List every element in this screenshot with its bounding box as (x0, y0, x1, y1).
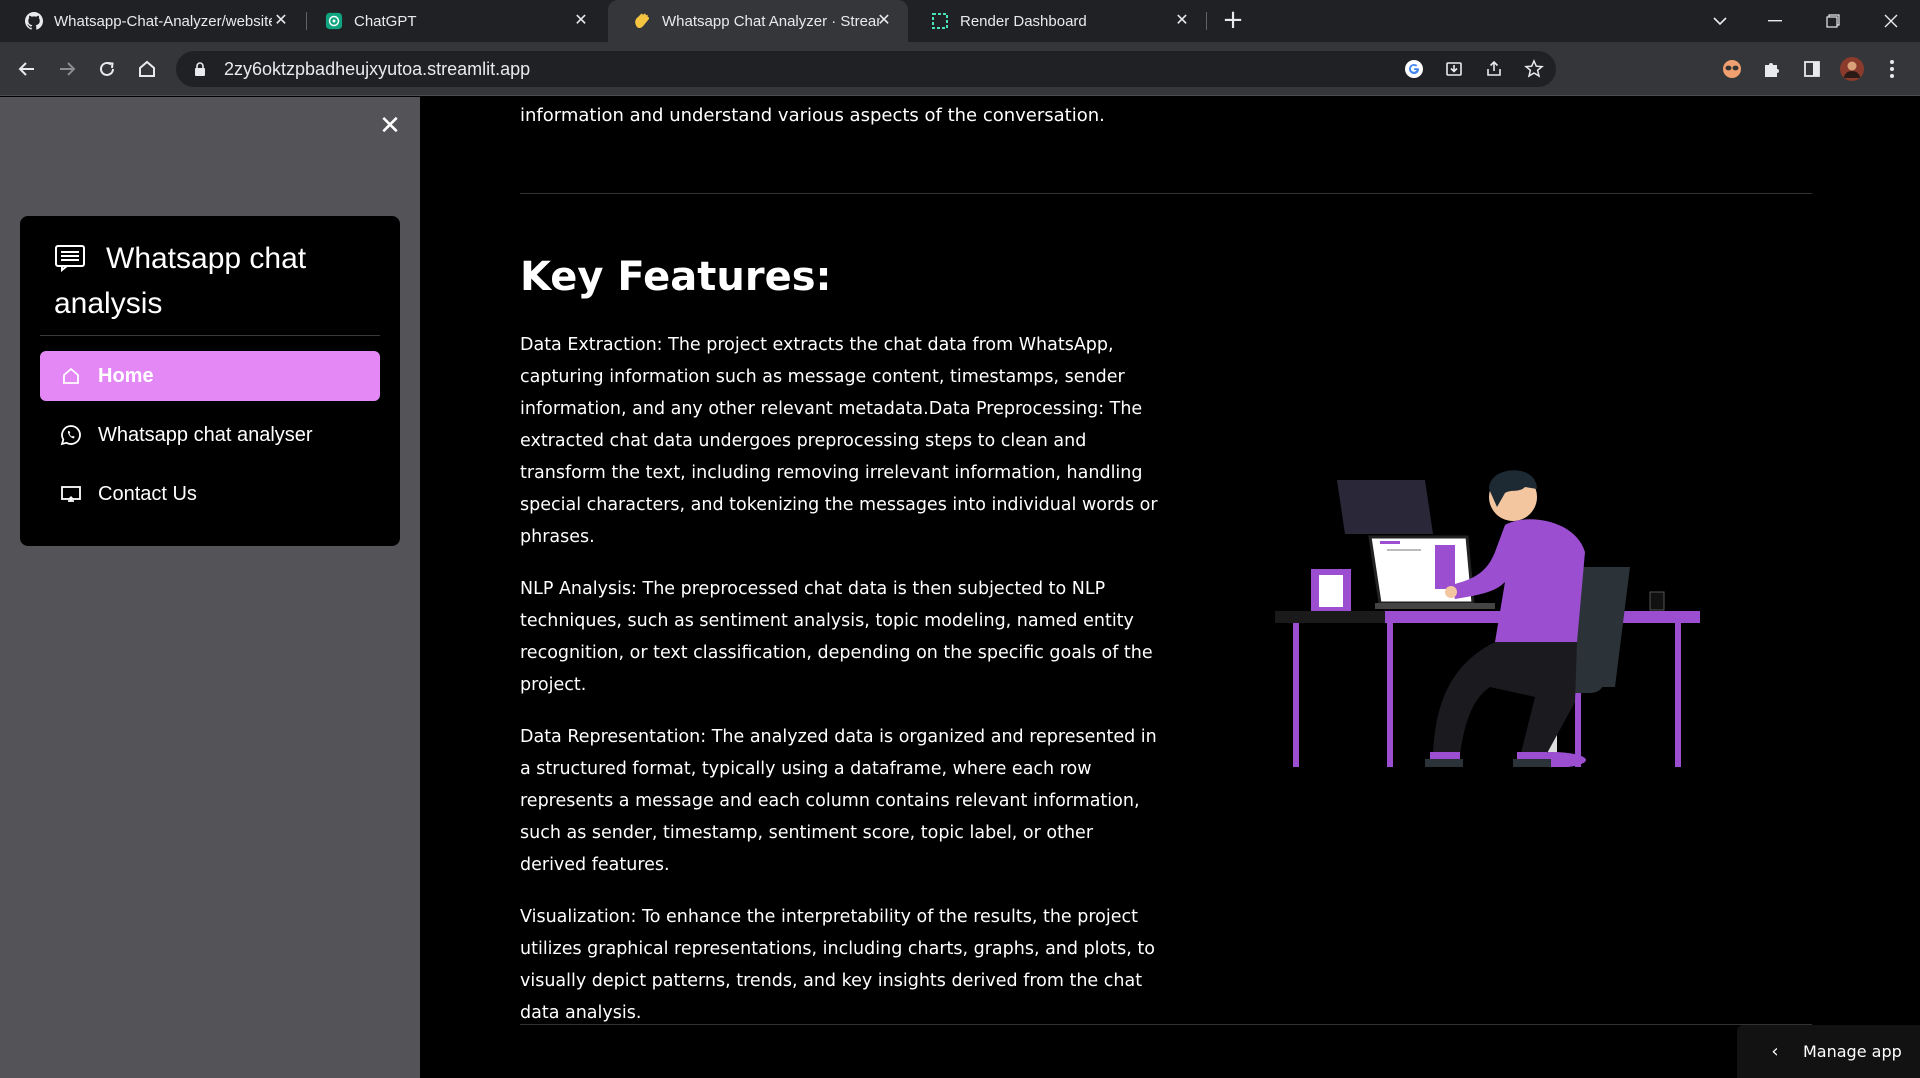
tab-title: Whatsapp-Chat-Analyzer/website (54, 12, 272, 30)
tab-chatgpt[interactable]: ChatGPT ✕ (300, 0, 605, 42)
chatgpt-icon (324, 11, 344, 31)
main-content: information and understand various aspec… (420, 97, 1920, 1078)
tab-github[interactable]: Whatsapp-Chat-Analyzer/website ✕ (0, 0, 305, 42)
back-arrow-icon[interactable] (11, 53, 43, 85)
more-menu-icon[interactable] (1878, 55, 1906, 83)
chat-list-icon (54, 240, 86, 273)
render-icon (930, 11, 950, 31)
close-tab-icon[interactable]: ✕ (271, 11, 291, 31)
manage-app-button[interactable]: ‹ Manage app (1737, 1025, 1920, 1078)
profile-avatar[interactable] (1838, 55, 1866, 83)
house-icon (60, 365, 82, 387)
sidebar: ✕ Whatsapp chat analysis Home Whatsapp c… (0, 97, 420, 1078)
close-tab-icon[interactable]: ✕ (571, 11, 591, 31)
new-tab-button[interactable]: + (1220, 7, 1246, 34)
person-at-desk-illustration (1275, 367, 1705, 773)
whatsapp-icon (60, 424, 82, 446)
menu-item-label: Home (98, 364, 154, 387)
close-tab-icon[interactable]: ✕ (874, 11, 894, 31)
navigation-menu: Whatsapp chat analysis Home Whatsapp cha… (20, 216, 400, 546)
menu-header: Whatsapp chat analysis (54, 236, 374, 326)
tab-whatsapp-analyzer[interactable]: Whatsapp Chat Analyzer · Stream ✕ (608, 0, 908, 42)
menu-item-whatsapp-chat-analyser[interactable]: Whatsapp chat analyser (40, 410, 380, 460)
divider (520, 1024, 1812, 1025)
github-icon (24, 11, 44, 31)
browser-toolbar: 2zy6oktzpbadheujxyutoa.streamlit.app (0, 42, 1920, 96)
chevron-left-icon: ‹ (1771, 1041, 1779, 1062)
install-app-icon[interactable] (1442, 57, 1466, 81)
monitor-icon (60, 483, 82, 505)
tab-separator (1206, 12, 1207, 30)
close-tab-icon[interactable]: ✕ (1172, 11, 1192, 31)
extensions-puzzle-icon[interactable] (1758, 55, 1786, 83)
extension-mask-icon[interactable] (1718, 55, 1746, 83)
menu-header-title: Whatsapp chat analysis (54, 242, 307, 320)
browser-tab-bar: Whatsapp-Chat-Analyzer/website ✕ ChatGPT… (0, 0, 1920, 42)
tab-search-icon[interactable] (1695, 0, 1745, 42)
home-icon[interactable] (131, 53, 163, 85)
url-text[interactable]: 2zy6oktzpbadheujxyutoa.streamlit.app (224, 59, 530, 80)
features-text: Data Extraction: The project extracts th… (520, 329, 1160, 1049)
address-bar-actions (1402, 57, 1546, 81)
tab-title: ChatGPT (354, 12, 417, 30)
minimize-icon[interactable] (1750, 0, 1800, 42)
key-features-heading: Key Features: (520, 254, 832, 300)
side-panel-icon[interactable] (1798, 55, 1826, 83)
menu-divider (40, 335, 380, 336)
menu-item-label: Contact Us (98, 482, 197, 505)
menu-item-home[interactable]: Home (40, 351, 380, 401)
tab-title: Whatsapp Chat Analyzer · Stream (662, 12, 880, 30)
manage-app-label: Manage app (1803, 1042, 1902, 1061)
tab-render-dashboard[interactable]: Render Dashboard ✕ (906, 0, 1206, 42)
menu-item-label: Whatsapp chat analyser (98, 423, 313, 446)
share-icon[interactable] (1482, 57, 1506, 81)
feature-paragraph-extraction: Data Extraction: The project extracts th… (520, 335, 1158, 547)
address-bar[interactable]: 2zy6oktzpbadheujxyutoa.streamlit.app (176, 51, 1556, 87)
reload-icon[interactable] (91, 53, 123, 85)
close-sidebar-icon[interactable]: ✕ (378, 113, 402, 139)
restore-icon[interactable] (1808, 0, 1858, 42)
feature-paragraph-representation: Data Representation: The analyzed data i… (520, 727, 1157, 875)
waving-hand-icon (632, 11, 652, 31)
intro-text: information and understand various aspec… (520, 105, 1105, 126)
feature-paragraph-nlp: NLP Analysis: The preprocessed chat data… (520, 579, 1153, 695)
feature-paragraph-visualization: Visualization: To enhance the interpreta… (520, 907, 1155, 1023)
menu-item-contact-us[interactable]: Contact Us (40, 469, 380, 519)
bookmark-star-icon[interactable] (1522, 57, 1546, 81)
divider (520, 193, 1812, 194)
close-window-icon[interactable] (1866, 0, 1916, 42)
tab-title: Render Dashboard (960, 12, 1087, 30)
lock-icon[interactable] (192, 61, 208, 77)
google-icon[interactable] (1402, 57, 1426, 81)
forward-arrow-icon[interactable] (51, 53, 83, 85)
